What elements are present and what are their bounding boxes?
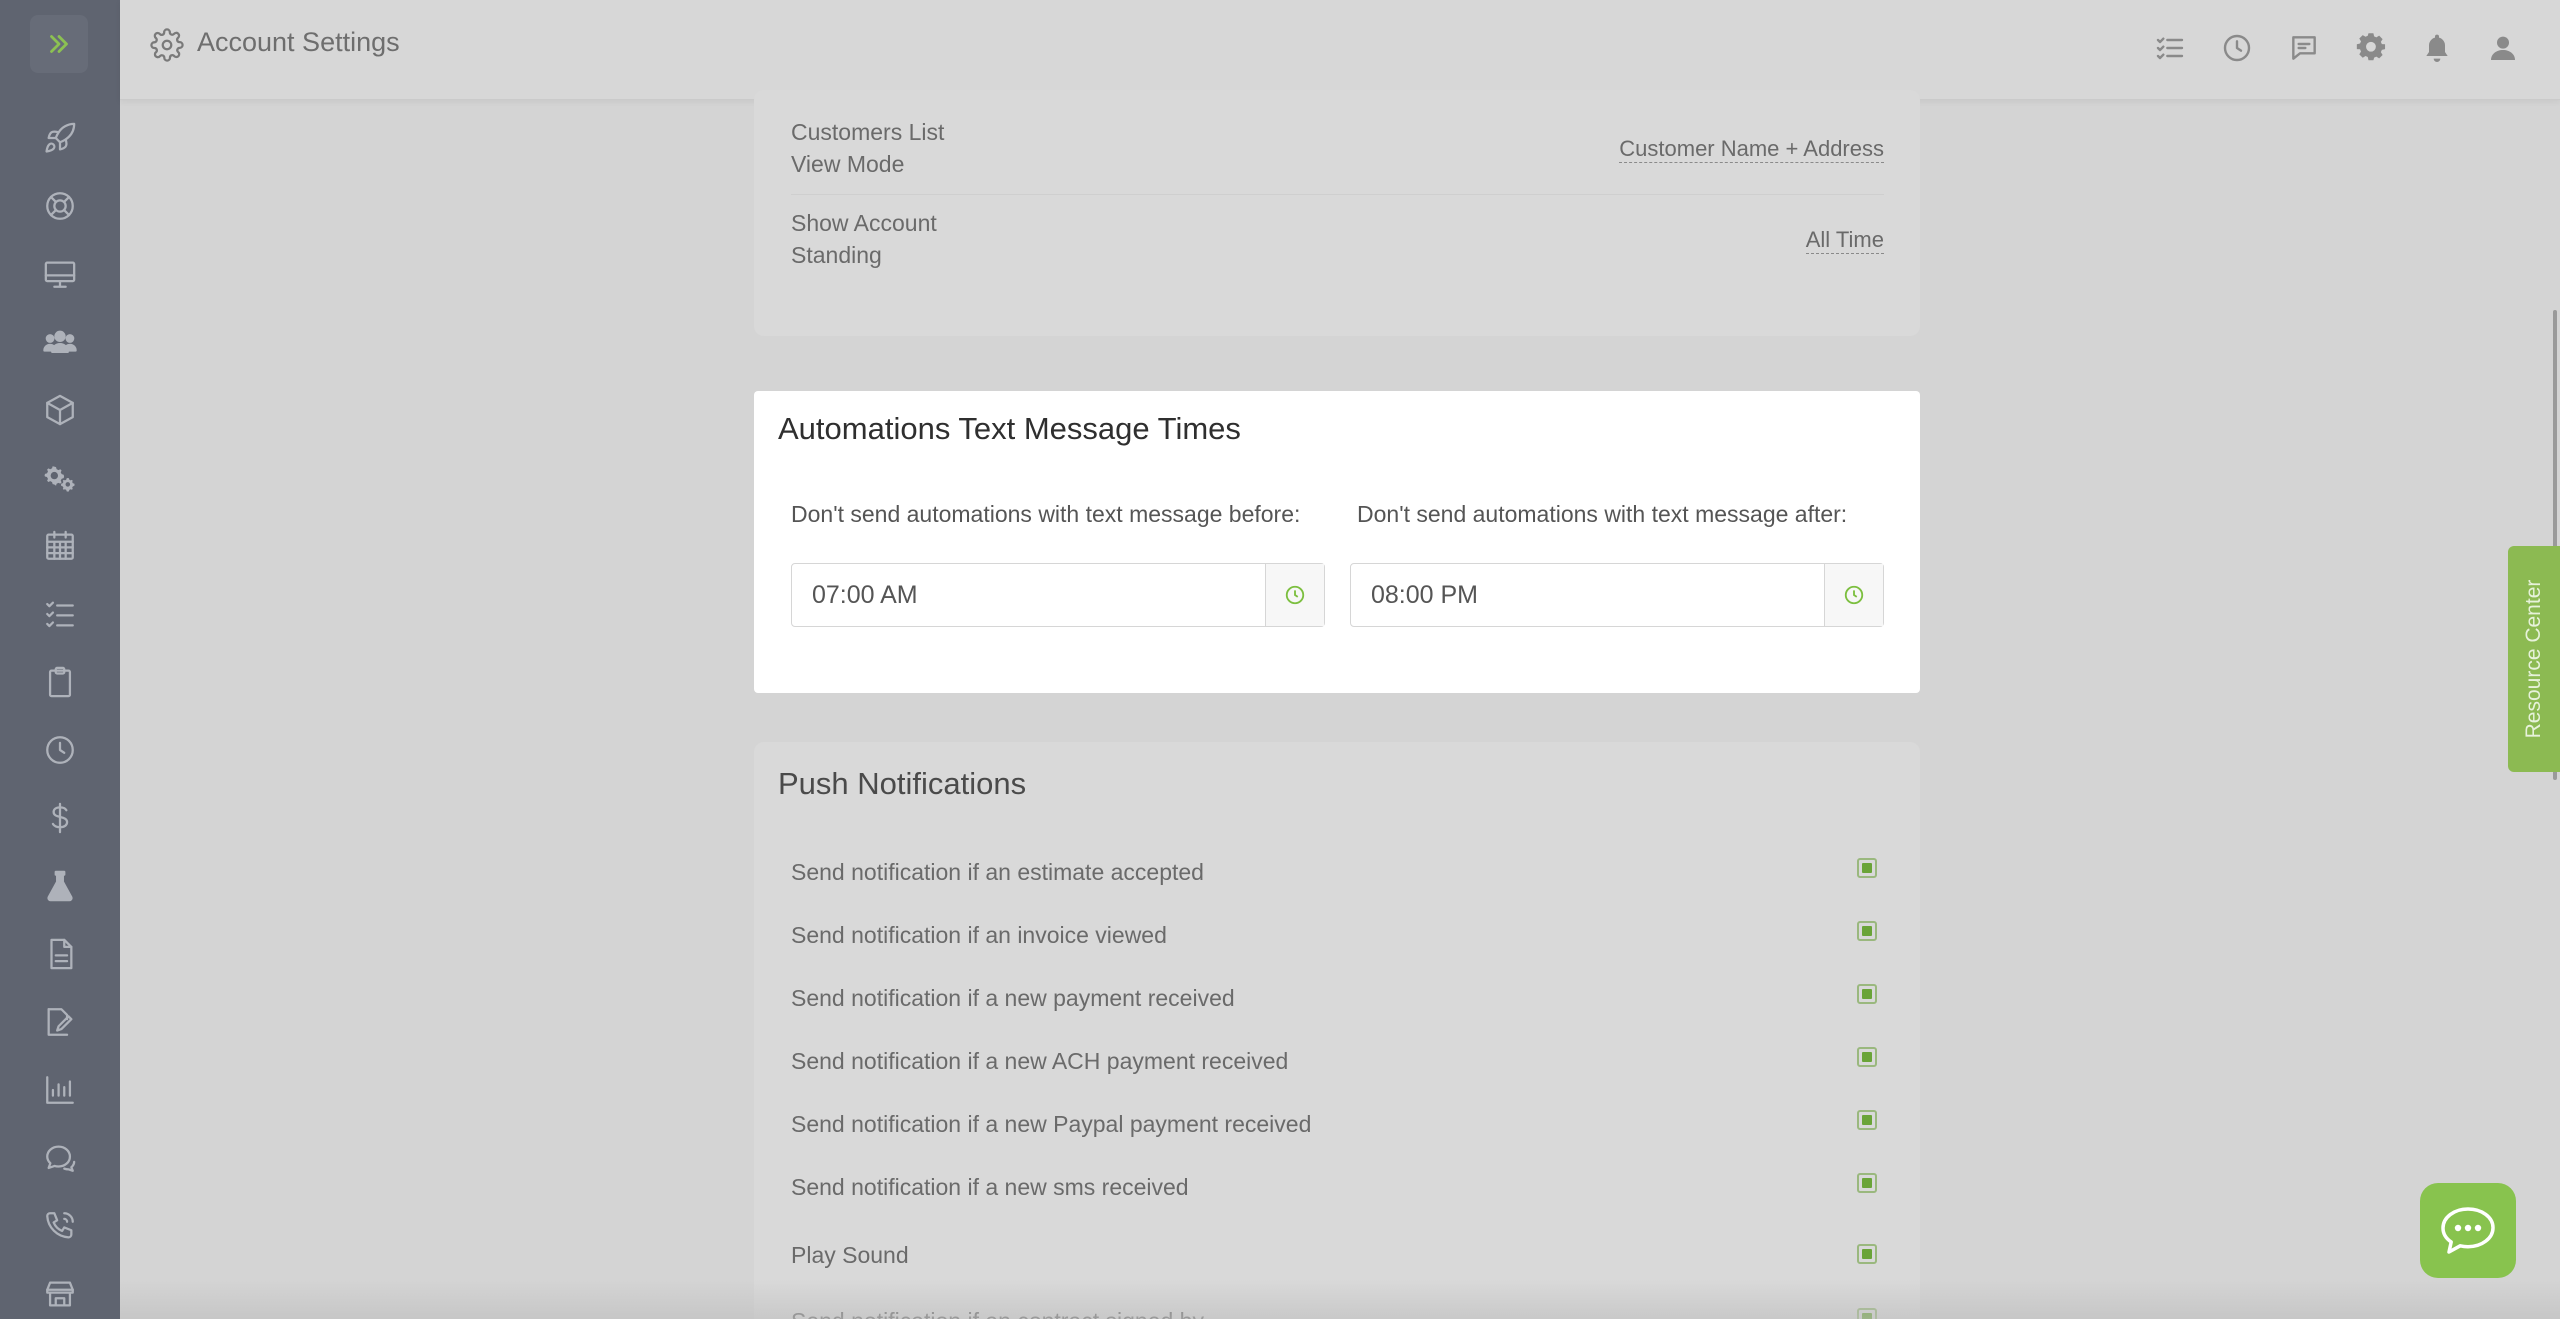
sidebar-item-payments[interactable]: [0, 790, 120, 846]
clock-icon[interactable]: [2221, 32, 2253, 64]
push-item-label: Send notification if a new payment recei…: [791, 985, 1235, 1011]
sidebar-item-store[interactable]: [0, 1266, 120, 1319]
calendar-icon: [46, 530, 74, 560]
top-bar: Account Settings: [120, 0, 2560, 100]
sidebar-item-tasks[interactable]: [0, 586, 120, 642]
show-account-standing-label: Show Account Standing: [791, 210, 937, 268]
push-item-checkbox[interactable]: [1857, 1173, 1877, 1193]
chat-icon: [46, 1145, 76, 1172]
chart-icon: [46, 1076, 74, 1104]
sidebar-item-messages[interactable]: [0, 1130, 120, 1186]
sidebar-item-chemicals[interactable]: [0, 858, 120, 914]
page-title: Account Settings: [197, 27, 400, 57]
gear-icon: [150, 28, 184, 62]
clock-icon: [1844, 585, 1864, 605]
sidebar-item-dashboard[interactable]: [0, 246, 120, 302]
show-account-standing-value[interactable]: All Time: [1805, 227, 1884, 254]
push-item-label: Play Sound: [791, 1242, 909, 1268]
push-item-checkbox[interactable]: [1857, 984, 1877, 1004]
sidebar-item-documents[interactable]: [0, 926, 120, 982]
message-icon[interactable]: [2288, 32, 2320, 64]
preferences-card: Customers List View Mode Customer Name +…: [754, 90, 1920, 336]
automations-card: Automations Text Message Times Don't sen…: [754, 391, 1920, 693]
users-icon: [43, 330, 77, 354]
resource-center-tab[interactable]: Resource Center: [2508, 546, 2560, 772]
settings-icon[interactable]: [2355, 32, 2387, 64]
rocket-icon: [45, 122, 76, 153]
push-notifications-title: Push Notifications: [778, 766, 1027, 801]
push-item-label: Send notification if an estimate accepte…: [791, 859, 1204, 885]
sidebar-item-rocket[interactable]: [0, 110, 120, 166]
box-icon: [46, 394, 74, 426]
checklist-icon: [46, 601, 74, 628]
push-item-checkbox[interactable]: [1857, 1244, 1877, 1264]
push-item-checkbox[interactable]: [1857, 1047, 1877, 1067]
after-time-picker: [1350, 563, 1884, 627]
sidebar-item-inventory[interactable]: [0, 382, 120, 438]
push-item-checkbox[interactable]: [1857, 1308, 1877, 1319]
clipboard-icon: [48, 666, 72, 698]
dollar-icon: [51, 802, 69, 834]
chevron-double-right-icon: [50, 35, 68, 53]
after-time-input[interactable]: [1351, 564, 1824, 626]
sidebar-item-calendar[interactable]: [0, 518, 120, 574]
before-time-button[interactable]: [1265, 564, 1324, 626]
push-item-checkbox[interactable]: [1857, 921, 1877, 941]
push-item-label: Send notification if a new Paypal paymen…: [791, 1111, 1312, 1137]
sidebar-item-services[interactable]: [0, 450, 120, 506]
clock-icon: [1285, 585, 1305, 605]
signature-icon: [47, 1008, 73, 1036]
sidebar-item-jobs[interactable]: [0, 654, 120, 710]
chat-launcher-button[interactable]: [2420, 1183, 2516, 1278]
document-icon: [50, 938, 73, 970]
sidebar-item-support[interactable]: [0, 178, 120, 234]
sidebar-item-timesheets[interactable]: [0, 722, 120, 778]
phone-icon: [46, 1212, 74, 1239]
customers-list-view-mode-label: Customers List View Mode: [791, 119, 945, 177]
push-item-label: Send notification if an invoice viewed: [791, 922, 1167, 948]
before-time-input[interactable]: [792, 564, 1265, 626]
before-time-label: Don't send automations with text message…: [791, 501, 1301, 527]
sidebar-item-contracts[interactable]: [0, 994, 120, 1050]
sidebar-item-calls[interactable]: [0, 1198, 120, 1254]
sidebar-item-reports[interactable]: [0, 1062, 120, 1118]
sidebar-toggle-button[interactable]: [30, 15, 88, 73]
gears-icon: [44, 466, 75, 492]
store-icon: [46, 1281, 74, 1307]
push-item-label: Send notification if a new ACH payment r…: [791, 1048, 1289, 1074]
user-icon[interactable]: [2487, 32, 2519, 64]
push-item-checkbox[interactable]: [1857, 1110, 1877, 1130]
automations-title: Automations Text Message Times: [778, 411, 1241, 446]
monitor-icon: [44, 261, 76, 288]
push-notifications-card: Push Notifications Send notification if …: [754, 742, 1920, 1319]
lifebuoy-icon: [46, 192, 74, 220]
bell-icon[interactable]: [2421, 32, 2453, 64]
chat-bubble-icon: [2441, 1206, 2495, 1254]
customers-list-view-mode-value[interactable]: Customer Name + Address: [1619, 136, 1884, 163]
sidebar-item-customers[interactable]: [0, 314, 120, 370]
clock-icon: [46, 736, 74, 764]
sidebar: [0, 0, 120, 1319]
after-time-button[interactable]: [1824, 564, 1883, 626]
push-item-label: Send notification if a new sms received: [791, 1174, 1189, 1200]
tasks-icon[interactable]: [2154, 32, 2186, 64]
after-time-label: Don't send automations with text message…: [1357, 501, 1848, 527]
flask-icon: [47, 870, 73, 902]
push-item-checkbox[interactable]: [1857, 858, 1877, 878]
resource-center-label: Resource Center: [2522, 579, 2545, 739]
divider: [791, 194, 1884, 195]
push-item-label: Send notification if an contract signed …: [791, 1308, 1230, 1319]
before-time-picker: [791, 563, 1325, 627]
